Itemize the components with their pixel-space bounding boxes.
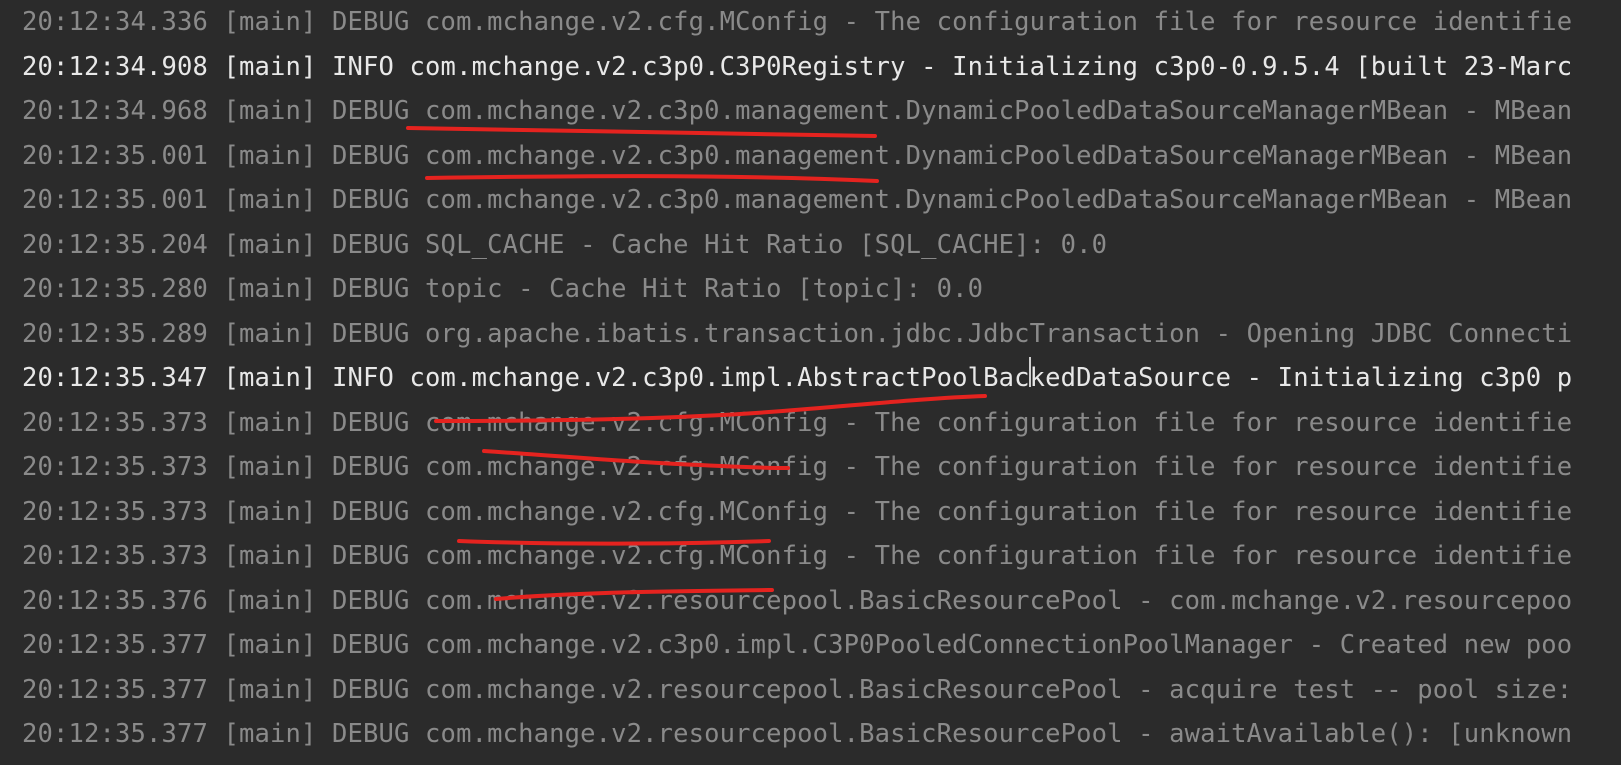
log-line: 20:12:35.204 [main] DEBUG SQL_CACHE - Ca…: [22, 229, 1108, 260]
log-line: 20:12:35.373 [main] DEBUG com.mchange.v2…: [22, 452, 1573, 482]
log-line: 20:12:35.373 [main] DEBUG com.mchange.v2…: [22, 496, 1573, 527]
log-line: 20:12:35.376 [main] DEBUG com.mchange.v2…: [22, 585, 1573, 616]
log-line: 20:12:35.001 [main] DEBUG com.mchange.v2…: [22, 140, 1573, 171]
log-line: 20:12:34.336 [main] DEBUG com.mchange.v2…: [22, 7, 1573, 37]
log-line: 20:12:34.968 [main] DEBUG com.mchange.v2…: [22, 96, 1573, 126]
console-output[interactable]: 20:12:34.336 [main] DEBUG com.mchange.v2…: [0, 0, 1621, 765]
log-line: 20:12:35.373 [main] DEBUG com.mchange.v2…: [22, 541, 1573, 571]
log-line: 20:12:35.373 [main] DEBUG com.mchange.v2…: [22, 407, 1573, 438]
log-line: 20:12:35.377 [main] DEBUG com.mchange.v2…: [22, 674, 1573, 705]
log-line: 20:12:35.280 [main] DEBUG topic - Cache …: [22, 274, 984, 304]
log-line: 20:12:35.377 [main] DEBUG com.mchange.v2…: [22, 719, 1573, 749]
log-list: 20:12:34.336 [main] DEBUG com.mchange.v2…: [22, 0, 1572, 757]
log-line: 20:12:35.347 [main] INFO com.mchange.v2.…: [22, 363, 1573, 393]
text-cursor: [1029, 357, 1031, 387]
log-line: 20:12:34.908 [main] INFO com.mchange.v2.…: [22, 51, 1573, 82]
log-line: 20:12:35.289 [main] DEBUG org.apache.iba…: [22, 318, 1573, 349]
log-line: 20:12:35.377 [main] DEBUG com.mchange.v2…: [22, 630, 1573, 660]
log-line: 20:12:35.001 [main] DEBUG com.mchange.v2…: [22, 185, 1573, 215]
